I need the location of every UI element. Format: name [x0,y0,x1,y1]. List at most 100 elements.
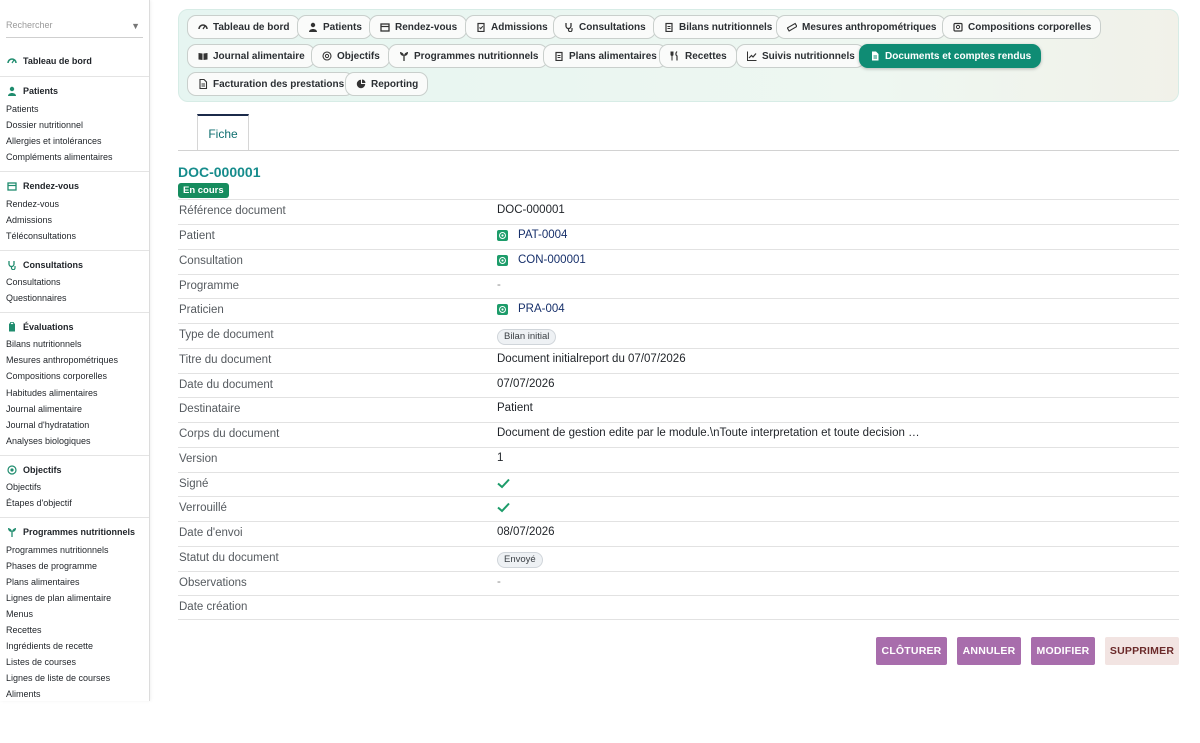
patient-link[interactable]: PAT-0004 [518,229,567,241]
sidebar-item[interactable]: Allergies et intolérances [6,134,102,148]
chart-pie-icon [356,79,366,89]
sidebar-item-dashboard[interactable]: Tableau de bord [6,53,92,69]
sidebar-section-programmes[interactable]: Programmes nutritionnels [6,524,135,540]
sidebar-section-rdv[interactable]: Rendez-vous [6,178,79,194]
sidebar-item[interactable]: Dossier nutritionnel [6,118,83,132]
nav-reporting[interactable]: Reporting [345,72,429,96]
sidebar-item[interactable]: Plans alimentaires [6,575,80,589]
chevron-down-icon[interactable]: ▼ [131,21,140,31]
nav-admissions[interactable]: Admissions [465,15,558,39]
nav-facturation[interactable]: Facturation des prestations [187,72,355,96]
field-label: Consultation [179,255,243,267]
field-value [497,477,510,489]
nav-label: Patients [323,21,362,33]
field-label: Destinataire [179,403,241,415]
field-value: DOC-000001 [497,204,565,216]
sidebar-item[interactable]: Mesures anthropométriques [6,353,118,367]
search-box[interactable]: ▼ [6,16,143,38]
nav-plans[interactable]: Plans alimentaires [543,44,667,68]
sidebar-item[interactable]: Aliments [6,687,41,701]
sidebar-item[interactable]: Recettes [6,623,42,637]
sidebar-item[interactable]: Compositions corporelles [6,369,107,383]
nav-objectifs[interactable]: Objectifs [311,44,390,68]
field-label: Date d'envoi [179,527,243,539]
sidebar-item[interactable]: Téléconsultations [6,229,76,243]
table-row: Patient PAT-0004 [178,224,1179,249]
page-title: DOC-000001 [178,164,261,180]
sidebar-item[interactable]: Journal alimentaire [6,402,82,416]
sidebar-item[interactable]: Admissions [6,213,52,227]
sidebar-item[interactable]: Menus [6,607,33,621]
table-row: Version 1 [178,447,1179,472]
sidebar-item[interactable]: Patients [6,102,39,116]
sidebar-section-consultations[interactable]: Consultations [6,257,83,273]
field-value: Envoyé [497,551,543,568]
close-record-button[interactable]: CLÔTURER [876,637,947,665]
sidebar-item[interactable]: Rendez-vous [6,197,59,211]
sidebar-item[interactable]: Habitudes alimentaires [6,386,98,400]
sidebar-item-label: Tableau de bord [23,56,92,66]
table-row: Consultation CON-000001 [178,249,1179,274]
consultation-link[interactable]: CON-000001 [518,254,586,266]
nav-journal[interactable]: Journal alimentaire [187,44,315,68]
nav-label: Rendez-vous [395,21,458,33]
delete-button[interactable]: SUPPRIMER [1105,637,1179,665]
tab-fiche[interactable]: Fiche [197,114,249,151]
sidebar-section-title: Objectifs [23,465,62,475]
nav-dashboard[interactable]: Tableau de bord [187,15,300,39]
divider [0,76,149,77]
sidebar-section-patients[interactable]: Patients [6,83,58,99]
field-value: 1 [497,452,504,464]
sidebar-section-evaluations[interactable]: Évaluations [6,319,74,335]
field-label: Praticien [179,304,224,316]
nav-patients[interactable]: Patients [297,15,372,39]
table-row: Observations - [178,571,1179,596]
nav-mesures[interactable]: Mesures anthropométriques [776,15,947,39]
field-label: Référence document [179,205,286,217]
sidebar-item[interactable]: Questionnaires [6,291,67,305]
table-row: Date d'envoi 08/07/2026 [178,521,1179,546]
nav-rendez-vous[interactable]: Rendez-vous [369,15,468,39]
nav-label: Reporting [371,78,419,90]
edit-button[interactable]: MODIFIER [1031,637,1095,665]
nav-label: Journal alimentaire [213,50,305,62]
nav-label: Recettes [685,50,727,62]
sidebar-item[interactable]: Compléments alimentaires [6,150,113,164]
sidebar-item[interactable]: Ingrédients de recette [6,639,93,653]
sidebar-item[interactable]: Lignes de plan alimentaire [6,591,111,605]
praticien-link[interactable]: PRA-004 [518,303,565,315]
nav-label: Programmes nutritionnels [414,50,539,62]
sidebar-item[interactable]: Lignes de liste de courses [6,671,110,685]
sidebar-item[interactable]: Étapes d'objectif [6,496,72,510]
nav-documents[interactable]: Documents et comptes rendus [859,44,1042,68]
nav-suivis[interactable]: Suivis nutritionnels [736,44,865,68]
sidebar-item[interactable]: Phases de programme [6,559,97,573]
nav-consultations[interactable]: Consultations [553,15,656,39]
field-label: Version [179,453,218,465]
table-row: Type de document Bilan initial [178,323,1179,348]
nav-programmes[interactable]: Programmes nutritionnels [388,44,549,68]
sidebar-item[interactable]: Bilans nutritionnels [6,337,82,351]
search-input[interactable] [6,20,121,30]
utensils-icon [670,51,678,61]
sidebar-item[interactable]: Listes de courses [6,655,76,669]
field-label: Type de document [179,329,274,341]
type-pill: Bilan initial [497,329,557,345]
sidebar-item[interactable]: Analyses biologiques [6,434,91,448]
table-row: Praticien PRA-004 [178,298,1179,323]
stethoscope-icon [565,23,573,32]
sidebar-item[interactable]: Journal d'hydratation [6,418,89,432]
sidebar-item[interactable]: Objectifs [6,480,41,494]
calendar-icon [6,181,17,192]
nav-label: Consultations [579,21,646,33]
sidebar-item[interactable]: Programmes nutritionnels [6,543,109,557]
nav-bilans[interactable]: Bilans nutritionnels [653,15,783,39]
nav-label: Facturation des prestations [213,78,345,90]
cancel-button[interactable]: ANNULER [957,637,1021,665]
field-value: Patient [497,402,533,414]
sidebar-section-objectifs[interactable]: Objectifs [6,462,62,478]
nav-compositions[interactable]: Compositions corporelles [942,15,1102,39]
sidebar-item[interactable]: Consultations [6,275,61,289]
nav-recettes[interactable]: Recettes [659,44,737,68]
link-record-icon [497,303,508,315]
